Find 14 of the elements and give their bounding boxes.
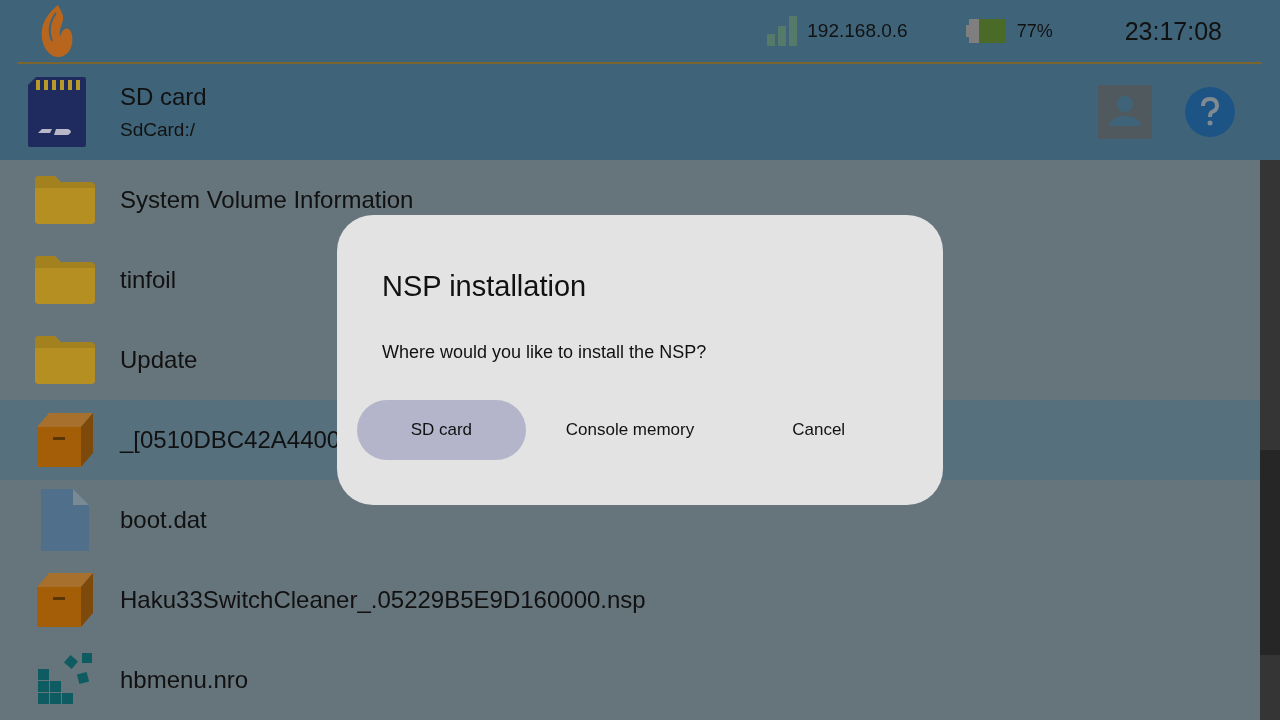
clock: 23:17:08 [1124,16,1222,46]
location-path: SdCard:/ [120,119,196,141]
battery-percent: 77% [1016,20,1053,42]
dialog-message: Where would you like to install the NSP? [382,342,707,363]
file-name: hbmenu.nro [120,666,249,694]
file-name: _[0510DBC42A4400 [120,426,341,454]
file-name: Haku33SwitchCleaner_.05229B5E9D160000.nsp [120,586,646,614]
file-name: Update [120,346,198,374]
file-name: System Volume Information [120,186,414,214]
dialog-title: NSP installation [382,270,587,303]
ip-address: 192.168.0.6 [807,20,908,42]
file-name: tinfoil [120,266,177,294]
location-title: SD card [120,83,207,111]
file-name: boot.dat [120,506,207,534]
